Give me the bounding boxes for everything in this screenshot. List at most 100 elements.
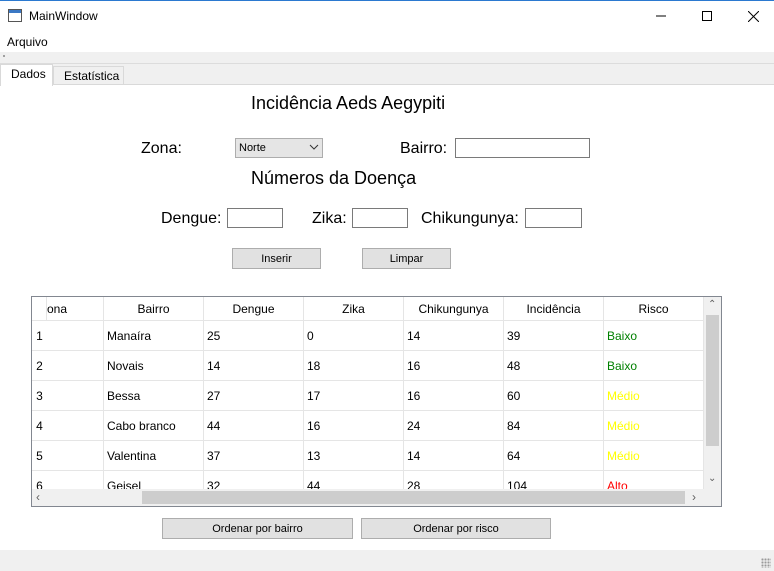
close-button[interactable]: [730, 1, 774, 31]
scroll-left-icon[interactable]: ‹: [36, 490, 40, 504]
cell-zika[interactable]: 18: [304, 351, 404, 381]
cell-bairro[interactable]: Manaíra: [104, 321, 204, 351]
zona-value: Norte: [239, 142, 266, 154]
cell-risco[interactable]: Médio: [604, 441, 704, 471]
zika-label: Zika:: [312, 210, 347, 227]
maximize-icon: [702, 11, 712, 21]
inserir-button[interactable]: Inserir: [232, 248, 321, 269]
table-row[interactable]: 5 Valentina 37 13 14 64 Médio: [32, 441, 704, 471]
cell-zika[interactable]: 17: [304, 381, 404, 411]
bairro-label: Bairro:: [400, 140, 448, 157]
column-header-dengue[interactable]: Dengue: [204, 297, 304, 321]
ordenar-por-risco-button[interactable]: Ordenar por risco: [361, 518, 551, 539]
cell-incidencia[interactable]: 64: [504, 441, 604, 471]
ordenar-por-bairro-button[interactable]: Ordenar por bairro: [162, 518, 353, 539]
table-row[interactable]: 2 Novais 14 18 16 48 Baixo: [32, 351, 704, 381]
cell-chikungunya[interactable]: 14: [404, 321, 504, 351]
table-row[interactable]: 3 Bessa 27 17 16 60 Médio: [32, 381, 704, 411]
close-icon: [747, 10, 759, 22]
chevron-down-icon: [309, 144, 319, 150]
column-header-bairro[interactable]: Bairro: [104, 297, 204, 321]
dengue-label: Dengue:: [161, 210, 222, 227]
size-grip-icon[interactable]: [761, 558, 771, 568]
subtitle: Números da Doença: [251, 168, 417, 188]
data-table: ona Bairro Dengue Zika Chikungunya Incid…: [31, 296, 722, 507]
cell-chikungunya[interactable]: 14: [404, 441, 504, 471]
cell-zika[interactable]: 13: [304, 441, 404, 471]
chikungunya-label: Chikungunya:: [421, 210, 519, 227]
bairro-input[interactable]: [455, 138, 590, 158]
toolbar-grip[interactable]: [3, 55, 5, 57]
cell-bairro[interactable]: Novais: [104, 351, 204, 381]
row-number[interactable]: 5: [32, 441, 47, 471]
column-header-incidencia[interactable]: Incidência: [504, 297, 604, 321]
form-title: Incidência Aeds Aegypiti: [251, 93, 446, 113]
status-bar: [0, 550, 774, 571]
window-title: MainWindow: [29, 9, 98, 23]
scroll-up-icon[interactable]: ⌃: [708, 299, 716, 310]
cell-chikungunya[interactable]: 16: [404, 351, 504, 381]
toolbar-strip: [0, 52, 774, 64]
column-header-chikungunya[interactable]: Chikungunya: [404, 297, 504, 321]
dengue-input[interactable]: [227, 208, 283, 228]
column-header-zona[interactable]: ona: [47, 297, 104, 321]
zona-combobox[interactable]: Norte: [235, 138, 323, 158]
cell-bairro[interactable]: Cabo branco: [104, 411, 204, 441]
main-window: MainWindow Arquivo Dados Estatística Inc…: [0, 0, 774, 571]
table-row[interactable]: 4 Cabo branco 44 16 24 84 Médio: [32, 411, 704, 441]
cell-dengue[interactable]: 44: [204, 411, 304, 441]
tab-dados[interactable]: Dados: [0, 64, 53, 86]
cell-bairro[interactable]: Valentina: [104, 441, 204, 471]
cell-incidencia[interactable]: 39: [504, 321, 604, 351]
cell-dengue[interactable]: 27: [204, 381, 304, 411]
zona-label: Zona:: [141, 140, 182, 157]
cell-dengue[interactable]: 37: [204, 441, 304, 471]
tab-bar: Dados Estatística: [0, 64, 774, 86]
cell-incidencia[interactable]: 84: [504, 411, 604, 441]
limpar-button[interactable]: Limpar: [362, 248, 451, 269]
cell-zika[interactable]: 16: [304, 411, 404, 441]
scroll-down-icon[interactable]: ⌄: [708, 473, 716, 484]
cell-zona[interactable]: [47, 411, 104, 441]
chikungunya-input[interactable]: [525, 208, 582, 228]
minimize-button[interactable]: [638, 1, 684, 31]
cell-dengue[interactable]: 25: [204, 321, 304, 351]
corner-header: [32, 297, 47, 321]
row-number[interactable]: 2: [32, 351, 47, 381]
horizontal-scrollbar[interactable]: ‹ ›: [32, 489, 704, 506]
maximize-button[interactable]: [684, 1, 730, 31]
row-number[interactable]: 1: [32, 321, 47, 351]
cell-risco[interactable]: Médio: [604, 381, 704, 411]
menu-arquivo[interactable]: Arquivo: [7, 35, 48, 49]
vertical-scrollbar[interactable]: ⌃ ⌄: [704, 297, 721, 489]
table-row[interactable]: 1 Manaíra 25 0 14 39 Baixo: [32, 321, 704, 351]
row-number[interactable]: 4: [32, 411, 47, 441]
row-number[interactable]: 3: [32, 381, 47, 411]
zika-input[interactable]: [352, 208, 408, 228]
vertical-scroll-thumb[interactable]: [706, 315, 719, 446]
cell-chikungunya[interactable]: 24: [404, 411, 504, 441]
minimize-icon: [656, 15, 666, 17]
column-header-zika[interactable]: Zika: [304, 297, 404, 321]
cell-bairro[interactable]: Bessa: [104, 381, 204, 411]
tab-estatistica[interactable]: Estatística: [53, 66, 124, 85]
cell-zona[interactable]: [47, 441, 104, 471]
cell-risco[interactable]: Baixo: [604, 351, 704, 381]
horizontal-scroll-thumb[interactable]: [142, 491, 685, 504]
cell-incidencia[interactable]: 60: [504, 381, 604, 411]
cell-zona[interactable]: [47, 351, 104, 381]
cell-chikungunya[interactable]: 16: [404, 381, 504, 411]
cell-incidencia[interactable]: 48: [504, 351, 604, 381]
cell-risco[interactable]: Baixo: [604, 321, 704, 351]
dados-panel: Incidência Aeds Aegypiti Zona: Norte Bai…: [0, 84, 774, 550]
cell-dengue[interactable]: 14: [204, 351, 304, 381]
cell-zika[interactable]: 0: [304, 321, 404, 351]
cell-risco[interactable]: Médio: [604, 411, 704, 441]
cell-zona[interactable]: [47, 321, 104, 351]
column-header-risco[interactable]: Risco: [604, 297, 704, 321]
scroll-right-icon[interactable]: ›: [692, 490, 696, 504]
window-app-icon: [8, 9, 22, 22]
menu-bar: Arquivo: [0, 31, 774, 52]
title-bar: MainWindow: [0, 0, 774, 31]
cell-zona[interactable]: [47, 381, 104, 411]
